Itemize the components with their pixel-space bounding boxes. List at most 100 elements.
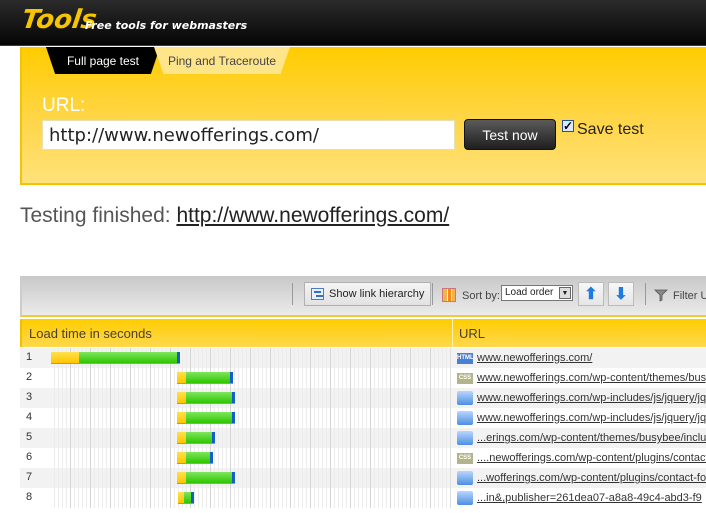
load-time-bar[interactable] — [177, 452, 213, 463]
column-divider — [452, 319, 453, 347]
bar-wait-segment — [177, 432, 186, 443]
load-time-bar[interactable] — [177, 412, 235, 423]
column-header-load-time[interactable]: Load time in seconds — [29, 326, 152, 341]
bar-receive-segment — [186, 472, 232, 483]
load-time-bar[interactable] — [177, 392, 235, 403]
resource-url-link[interactable]: www.newofferings.com/ — [477, 352, 592, 364]
test-now-button[interactable]: Test now — [464, 119, 556, 150]
table-row[interactable]: 3 www.newofferings.com/wp-includes/js/jqu… — [20, 388, 706, 408]
column-header-url[interactable]: URL — [459, 326, 485, 341]
bar-end-marker — [230, 372, 233, 383]
timeline-cell — [51, 448, 450, 468]
timeline-cell — [51, 408, 450, 428]
status-message: Testing finished: http://www.newoffering… — [20, 204, 449, 228]
sort-by-select[interactable]: Load order ▼ — [501, 285, 573, 301]
timeline-cell — [51, 468, 450, 488]
load-time-bar[interactable] — [177, 432, 215, 443]
bar-wait-segment — [177, 452, 186, 463]
table-row[interactable]: 7 ...wofferings.com/wp-content/plugins/co… — [20, 468, 706, 488]
url-cell: ...erings.com/wp-content/themes/busybee/… — [450, 428, 706, 448]
table-row[interactable]: 6 CSS ....newofferings.com/wp-content/plug… — [20, 448, 706, 468]
arrow-up-icon: ⬆ — [584, 286, 598, 303]
table-row[interactable]: 5 ...erings.com/wp-content/themes/busybee… — [20, 428, 706, 448]
chevron-down-icon: ▼ — [559, 287, 571, 299]
url-label: URL: — [42, 95, 86, 116]
resource-url-link[interactable]: ...wofferings.com/wp-content/plugins/con… — [477, 472, 706, 484]
bar-end-marker — [191, 492, 194, 503]
js-file-icon — [457, 431, 473, 445]
timeline-cell — [51, 368, 450, 388]
tab-ping-traceroute[interactable]: Ping and Traceroute — [154, 47, 290, 74]
bar-receive-segment — [79, 352, 177, 363]
hierarchy-icon — [311, 288, 324, 300]
columns-icon — [442, 288, 456, 302]
bar-receive-segment — [186, 372, 230, 383]
resource-url-link[interactable]: ....newofferings.com/wp-content/plugins/… — [477, 452, 706, 464]
sort-by-label: Sort by: — [462, 290, 500, 302]
table-row[interactable]: 4 www.newofferings.com/wp-includes/js/jqu… — [20, 408, 706, 428]
row-number: 7 — [26, 471, 33, 483]
bar-end-marker — [232, 412, 235, 423]
bar-receive-segment — [186, 412, 232, 423]
status-prefix: Testing finished: — [20, 204, 171, 227]
url-cell: www.newofferings.com/wp-includes/js/jque… — [450, 408, 706, 428]
show-link-hierarchy-button[interactable]: Show link hierarchy — [304, 282, 432, 306]
resource-url-link[interactable]: ...in&,publisher=261dea07-a8a8-49c4-abd3… — [477, 492, 702, 504]
resource-url-link[interactable]: www.newofferings.com/wp-includes/js/jque… — [477, 392, 706, 404]
table-header: Load time in seconds URL — [20, 319, 706, 347]
html-file-icon: HTML — [457, 352, 474, 364]
bar-end-marker — [232, 472, 235, 483]
css-file-icon: CSS — [457, 452, 473, 464]
bar-receive-segment — [186, 392, 232, 403]
tab-full-page-test[interactable]: Full page test — [46, 47, 160, 74]
load-time-bar[interactable] — [178, 492, 194, 503]
js-file-icon — [457, 411, 473, 425]
tested-url-link[interactable]: http://www.newofferings.com/ — [176, 204, 449, 227]
show-link-hierarchy-label: Show link hierarchy — [329, 288, 425, 300]
test-panel: Full page test Ping and Traceroute URL: … — [20, 47, 706, 185]
resource-url-link[interactable]: www.newofferings.com/wp-includes/js/jque… — [477, 412, 706, 424]
sort-by-value: Load order — [505, 287, 554, 298]
resource-url-link[interactable]: ...erings.com/wp-content/themes/busybee/… — [477, 432, 706, 444]
filter-urls-label[interactable]: Filter U — [673, 290, 706, 302]
row-number: 6 — [26, 451, 33, 463]
bar-end-marker — [232, 392, 235, 403]
results-toolbar: Show link hierarchy Sort by: Load order … — [20, 276, 706, 317]
arrow-down-icon: ⬇ — [614, 286, 628, 303]
bar-end-marker — [210, 452, 213, 463]
row-number: 3 — [26, 391, 33, 403]
timeline-cell — [51, 488, 450, 508]
bar-end-marker — [212, 432, 215, 443]
url-cell: HTML www.newofferings.com/ — [450, 348, 706, 368]
row-number: 8 — [26, 491, 33, 503]
bar-wait-segment — [177, 472, 186, 483]
sort-descending-button[interactable]: ⬇ — [608, 282, 634, 306]
site-header: Tools Free tools for webmasters — [0, 0, 706, 46]
js-file-icon — [457, 471, 473, 485]
url-cell: CSS www.newofferings.com/wp-content/theme… — [450, 368, 706, 388]
table-row[interactable]: 8 ...in&,publisher=261dea07-a8a8-49c4-abd… — [20, 488, 706, 508]
resource-url-link[interactable]: www.newofferings.com/wp-content/themes/b… — [477, 372, 706, 384]
row-number: 2 — [26, 371, 33, 383]
bar-wait-segment — [177, 392, 186, 403]
url-cell: ...wofferings.com/wp-content/plugins/con… — [450, 468, 706, 488]
bar-wait-segment — [51, 352, 79, 363]
row-number: 4 — [26, 411, 33, 423]
table-row[interactable]: 1 HTML www.newofferings.com/ — [20, 348, 706, 368]
load-time-bar[interactable] — [177, 372, 233, 383]
load-time-bar[interactable] — [51, 352, 180, 363]
table-row[interactable]: 2 CSS www.newofferings.com/wp-content/them… — [20, 368, 706, 388]
css-file-icon: CSS — [457, 372, 473, 384]
save-test-label: Save test — [577, 121, 644, 138]
timeline-cell — [51, 428, 450, 448]
toolbar-divider — [292, 283, 293, 305]
url-input[interactable] — [42, 120, 455, 150]
row-number: 5 — [26, 431, 33, 443]
url-cell: ...in&,publisher=261dea07-a8a8-49c4-abd3… — [450, 488, 706, 508]
toolbar-divider — [645, 283, 646, 305]
bar-end-marker — [177, 352, 180, 363]
load-time-bar[interactable] — [177, 472, 235, 483]
sort-ascending-button[interactable]: ⬆ — [578, 282, 604, 306]
save-test-checkbox[interactable]: ✓ — [562, 120, 574, 132]
js-file-icon — [457, 491, 473, 505]
